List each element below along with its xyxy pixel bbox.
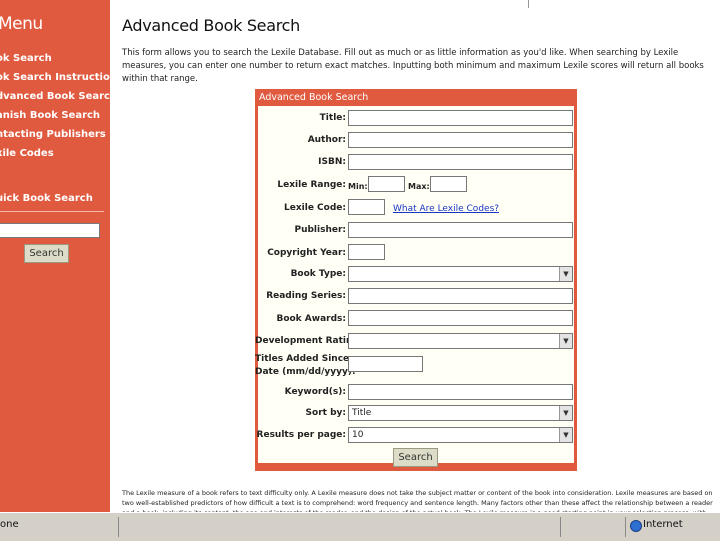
copyright-year-input[interactable] (348, 244, 385, 260)
lexile-max-input[interactable] (430, 176, 467, 192)
development-rating-label: Development Rating: (255, 336, 363, 346)
book-type-select[interactable]: ▼ (348, 266, 573, 282)
title-input[interactable] (348, 110, 573, 126)
panel-header: Advanced Book Search (259, 92, 369, 103)
sidebar-item-contacting-publishers[interactable]: ntacting Publishers (0, 129, 106, 140)
isbn-label: ISBN: (318, 157, 346, 167)
sidebar-item-spanish-book-search[interactable]: anish Book Search (0, 110, 100, 121)
sort-by-value: Title (352, 408, 372, 418)
author-label: Author: (307, 135, 346, 145)
lexile-min-label: Min: (348, 182, 368, 191)
browser-status-bar: one Internet (0, 512, 720, 541)
reading-series-label: Reading Series: (266, 291, 346, 301)
chevron-down-icon: ▼ (559, 406, 572, 420)
titles-added-date-input[interactable] (348, 356, 423, 372)
quick-search-button[interactable]: Search (24, 244, 69, 263)
zone-text: Internet (643, 519, 683, 530)
internet-zone-icon (630, 520, 642, 532)
chevron-down-icon: ▼ (559, 334, 572, 348)
quick-search-divider (0, 211, 104, 212)
status-separator (118, 517, 119, 537)
titles-added-label-line1: Titles Added Since (255, 354, 350, 364)
keywords-label: Keyword(s): (284, 387, 346, 397)
status-separator (560, 517, 561, 537)
lexile-disclaimer: The Lexile measure of a book refers to t… (122, 489, 713, 512)
book-awards-label: Book Awards: (276, 314, 346, 324)
publisher-input[interactable] (348, 222, 573, 238)
lexile-code-input[interactable] (348, 199, 385, 215)
chevron-down-icon: ▼ (559, 267, 572, 281)
reading-series-input[interactable] (348, 288, 573, 304)
sidebar-item-advanced-book-search[interactable]: dvanced Book Search (0, 91, 110, 102)
lexile-code-label: Lexile Code: (284, 203, 346, 213)
publisher-label: Publisher: (294, 225, 346, 235)
isbn-input[interactable] (348, 154, 573, 170)
lexile-range-label: Lexile Range: (277, 180, 346, 190)
lexile-max-label: Max: (408, 182, 430, 191)
top-divider (528, 0, 529, 8)
sort-by-select[interactable]: Title ▼ (348, 405, 573, 421)
menu-title: Menu (0, 14, 43, 34)
quick-search-title: uick Book Search (0, 193, 93, 204)
results-per-page-label: Results per page: (256, 430, 346, 440)
search-button[interactable]: Search (393, 448, 438, 467)
sidebar-item-book-search[interactable]: ok Search (0, 53, 52, 64)
keywords-input[interactable] (348, 384, 573, 400)
page-title: Advanced Book Search (122, 16, 300, 35)
sort-by-label: Sort by: (305, 408, 346, 418)
results-per-page-select[interactable]: 10 ▼ (348, 427, 573, 443)
development-rating-select[interactable]: ▼ (348, 333, 573, 349)
book-awards-input[interactable] (348, 310, 573, 326)
titles-added-label-line2: Date (mm/dd/yyyy): (255, 367, 356, 377)
copyright-year-label: Copyright Year: (267, 248, 346, 258)
results-per-page-value: 10 (352, 430, 364, 440)
author-input[interactable] (348, 132, 573, 148)
lexile-min-input[interactable] (368, 176, 405, 192)
chevron-down-icon: ▼ (559, 428, 572, 442)
sidebar-item-book-search-instructions[interactable]: ok Search Instructions (0, 72, 110, 83)
sidebar-item-lexile-codes[interactable]: xile Codes (0, 148, 54, 159)
quick-search-input[interactable] (0, 223, 100, 238)
status-separator (625, 517, 626, 537)
title-label: Title: (319, 113, 346, 123)
lexile-codes-help-link[interactable]: What Are Lexile Codes? (393, 204, 499, 214)
intro-text: This form allows you to search the Lexil… (122, 48, 704, 84)
book-type-label: Book Type: (290, 269, 346, 279)
sidebar: Menu ok Search ok Search Instructions dv… (0, 0, 110, 512)
status-text: one (0, 519, 19, 530)
